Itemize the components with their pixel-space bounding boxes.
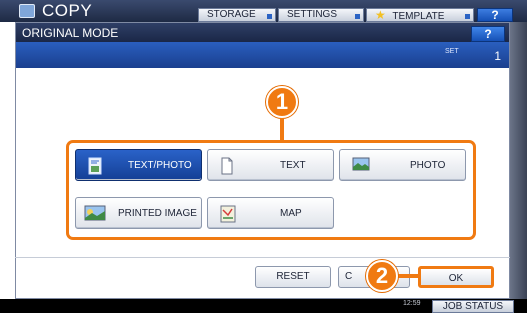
tab-storage-label: STORAGE [207, 9, 256, 20]
set-label: SET [445, 48, 459, 55]
tab-settings[interactable]: SETTINGS [278, 8, 364, 22]
mode-text-label: TEXT [280, 160, 306, 171]
job-status-button[interactable]: JOB STATUS [432, 300, 514, 313]
clock-display: 12:59 [403, 300, 421, 307]
copier-icon [19, 4, 35, 18]
mode-text-photo-label: TEXT/PHOTO [128, 160, 192, 171]
app-header: COPY STORAGE SETTINGS ★ TEMPLATE ? [0, 0, 527, 22]
tab-settings-label: SETTINGS [287, 9, 338, 20]
mode-printed-image-label: PRINTED IMAGE [118, 208, 197, 219]
right-edge-strip [510, 22, 527, 299]
callout-badge-1: 1 [266, 86, 298, 118]
dialog-title: ORIGINAL MODE [22, 26, 119, 40]
dialog-help-button[interactable]: ? [471, 26, 505, 42]
copier-screen: COPY STORAGE SETTINGS ★ TEMPLATE ? ORIGI… [0, 0, 527, 313]
dropdown-caret-icon [355, 14, 360, 19]
callout-connector-1 [280, 118, 284, 142]
document-icon [221, 157, 233, 175]
mode-text-photo-button[interactable]: TEXT/PHOTO [75, 149, 202, 181]
star-icon: ★ [375, 8, 386, 22]
dropdown-caret-icon [465, 14, 470, 19]
mode-map-label: MAP [280, 208, 302, 219]
dialog-header: ORIGINAL MODE ? [16, 23, 509, 42]
callout-badge-2: 2 [366, 260, 398, 292]
reset-button[interactable]: RESET [255, 266, 331, 288]
dialog-separator [15, 257, 510, 258]
printed-image-icon [84, 205, 106, 221]
map-icon [220, 205, 236, 223]
callout-connector-2 [398, 274, 420, 278]
tab-storage[interactable]: STORAGE [198, 8, 276, 22]
photo-icon [352, 157, 370, 171]
mode-map-button[interactable]: MAP [207, 197, 334, 229]
mode-photo-label: PHOTO [410, 160, 446, 171]
mode-printed-image-button[interactable]: PRINTED IMAGE [75, 197, 202, 229]
tab-template[interactable]: ★ TEMPLATE [366, 8, 474, 22]
set-status-bar: SET 1 [16, 42, 509, 68]
tab-template-label: TEMPLATE [392, 11, 445, 22]
mode-text-button[interactable]: TEXT [207, 149, 334, 181]
ok-button[interactable]: OK [418, 266, 494, 288]
original-mode-options: TEXT/PHOTO TEXT PHOTO PRINTED IMAGE MAP [66, 140, 476, 240]
set-count: 1 [494, 49, 501, 63]
top-help-button[interactable]: ? [477, 8, 513, 22]
app-title: COPY [42, 1, 93, 20]
dropdown-caret-icon [267, 14, 272, 19]
mode-photo-button[interactable]: PHOTO [339, 149, 466, 181]
text-photo-icon [88, 157, 102, 175]
